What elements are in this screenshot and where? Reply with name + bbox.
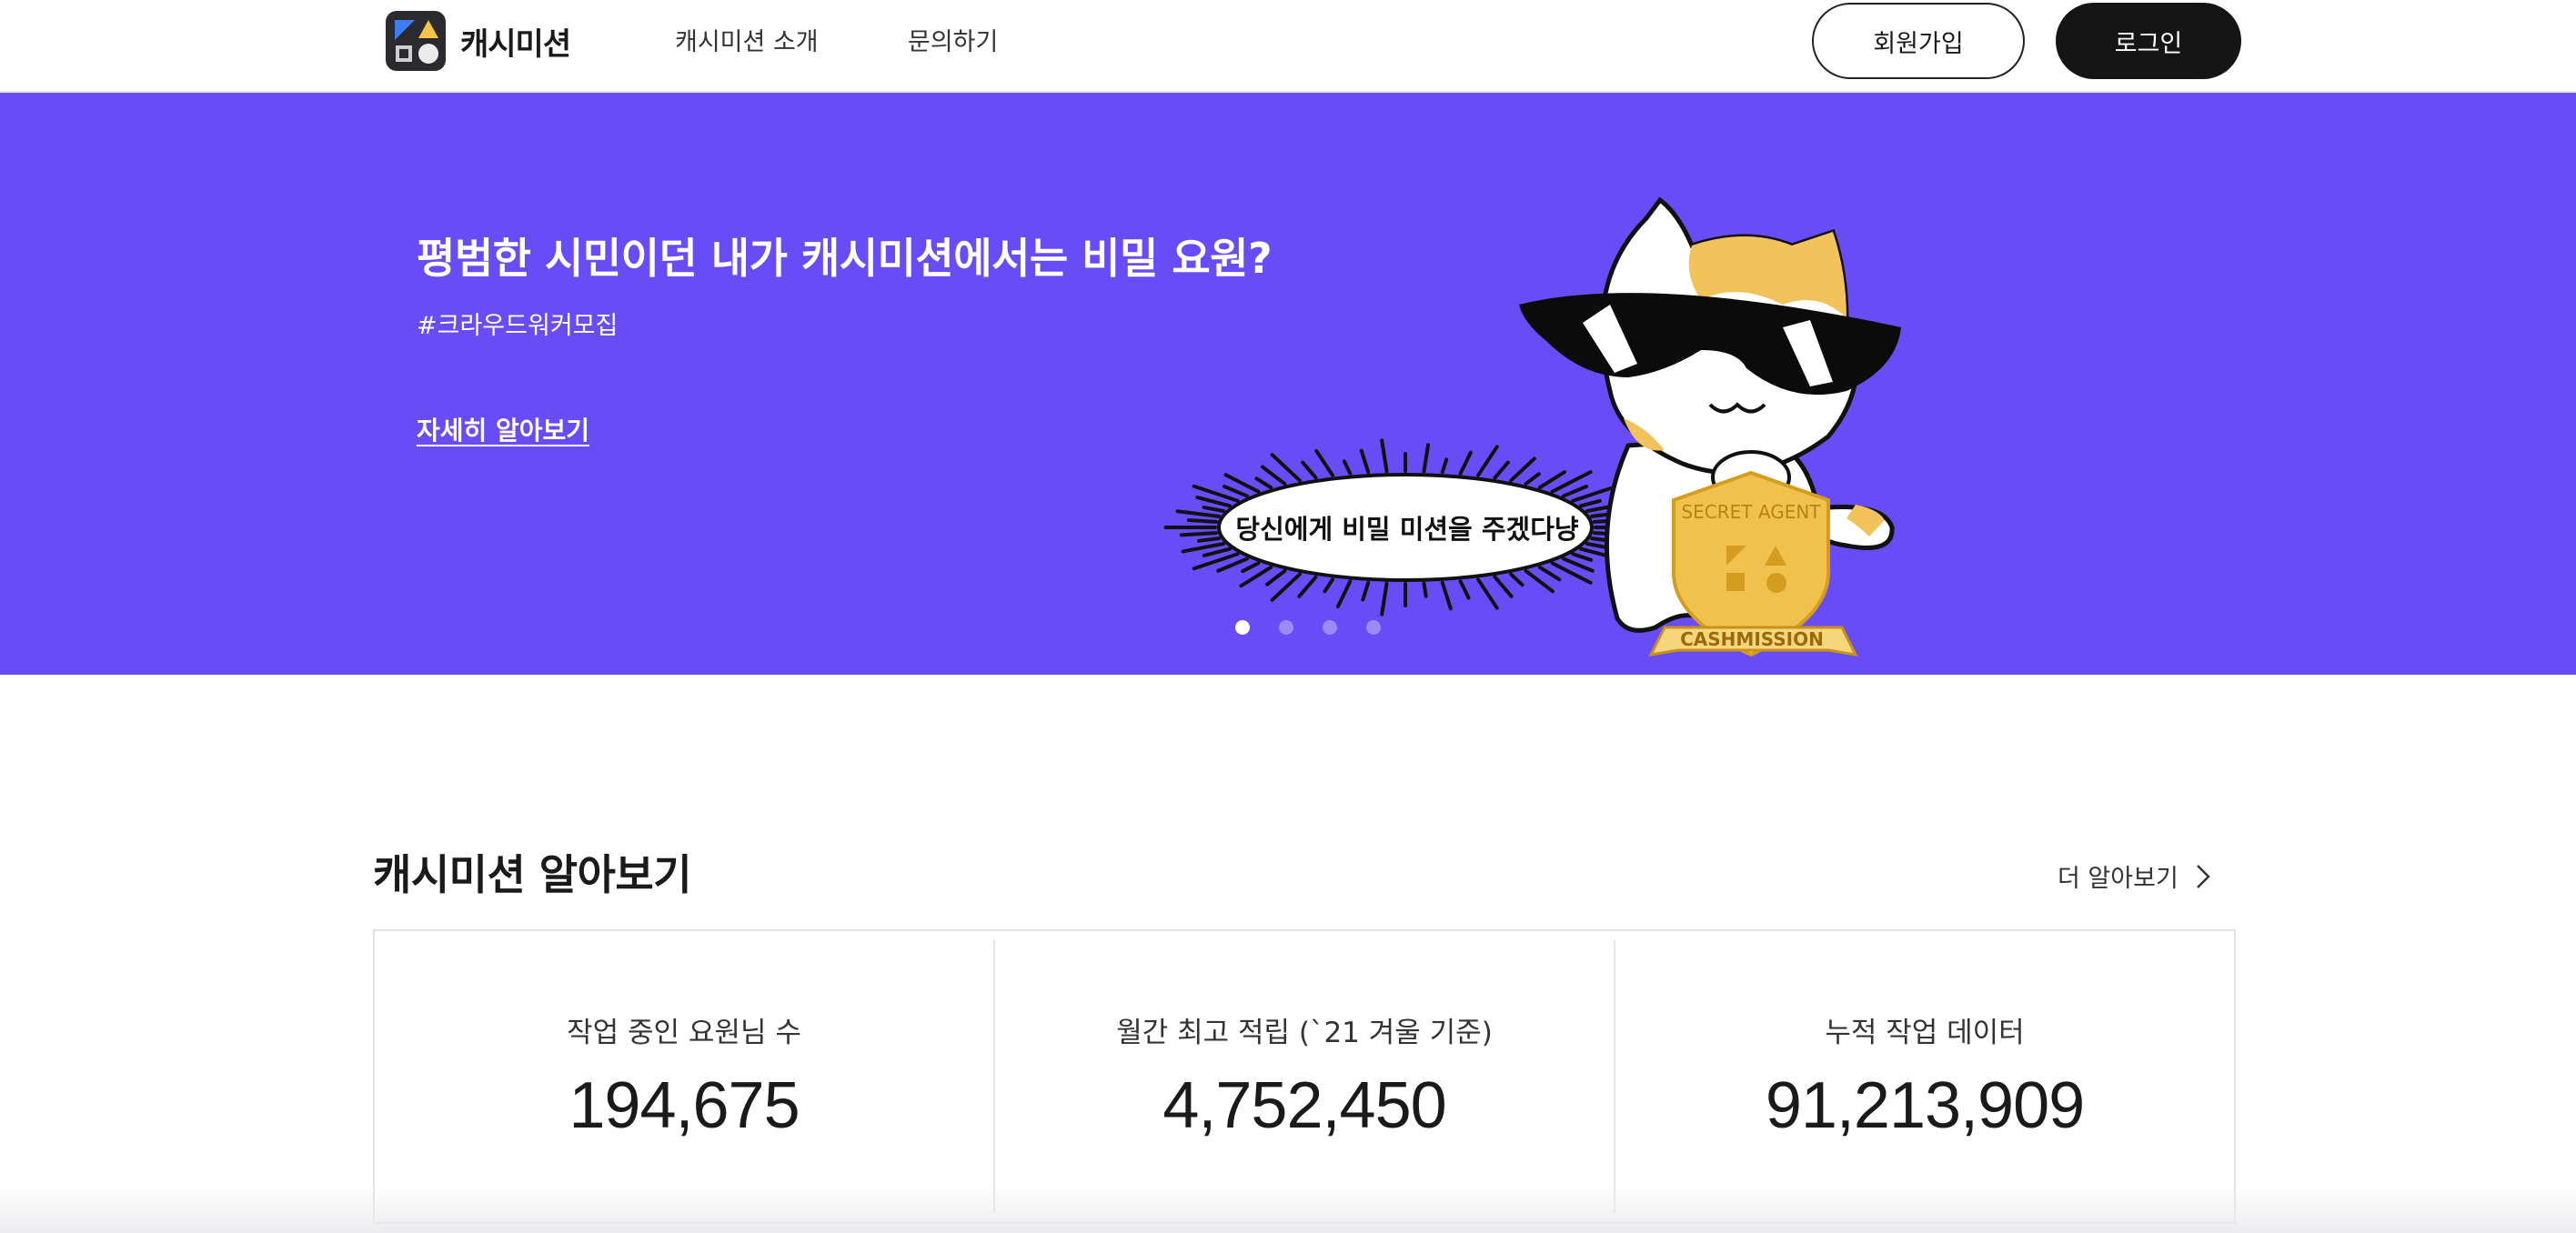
more-link[interactable]: 더 알아보기 [2058,858,2213,894]
logo-icon [386,11,446,71]
stat-value: 4,752,450 [1162,1069,1446,1142]
stat-label: 월간 최고 적립 (`21 겨울 기준) [1116,1017,1493,1049]
signup-button[interactable]: 회원가입 [1812,3,2025,79]
brand-logo[interactable]: 캐시미션 [386,11,571,71]
hero-title: 평범한 시민이던 내가 캐시미션에서는 비밀 요원? [417,234,1273,283]
slide-dot-2[interactable] [1279,620,1293,635]
badge-label: SECRET AGENT [1681,501,1821,523]
bubble-text: 당신에게 비밀 미션을 주겠다냥 [1235,514,1578,545]
nav-about-link[interactable]: 캐시미션 소개 [675,22,819,57]
login-button[interactable]: 로그인 [2056,3,2241,79]
stat-monthly-top-earning: 월간 최고 적립 (`21 겨울 기준) 4,752,450 [995,940,1615,1213]
slide-pagination [1235,620,1381,635]
hero-learn-more-link[interactable]: 자세히 알아보기 [417,411,589,447]
stat-accumulated-data: 누적 작업 데이터 91,213,909 [1615,940,2234,1213]
site-header: 캐시미션 캐시미션 소개 문의하기 회원가입 로그인 [0,0,2576,93]
more-link-label: 더 알아보기 [2058,865,2179,893]
section-title: 캐시미션 알아보기 [373,850,692,899]
stat-active-agents: 작업 중인 요원님 수 194,675 [375,940,995,1213]
stats-panel: 작업 중인 요원님 수 194,675 월간 최고 적립 (`21 겨울 기준)… [373,929,2236,1224]
nav-contact-link[interactable]: 문의하기 [908,22,998,57]
agent-cat-illustration: 당신에게 비밀 미션을 주겠다냥 SECRET AGENT CASHMISSIO… [1163,196,1901,657]
stat-value: 194,675 [569,1069,800,1142]
hero-hashtag: #크라우드워커모집 [417,312,619,340]
badge-ribbon-text: CASHMISSION [1680,628,1824,650]
brand-name: 캐시미션 [460,25,571,63]
secret-agent-badge-icon: SECRET AGENT CASHMISSION [1648,470,1858,657]
stat-label: 작업 중인 요원님 수 [567,1017,801,1049]
stat-label: 누적 작업 데이터 [1825,1017,2025,1049]
stat-value: 91,213,909 [1765,1069,2085,1142]
slide-dot-1[interactable] [1235,620,1250,635]
hero-banner: 평범한 시민이던 내가 캐시미션에서는 비밀 요원? #크라우드워커모집 자세히… [0,93,2576,675]
slide-dot-3[interactable] [1323,620,1337,635]
speech-bubble: 당신에게 비밀 미션을 주겠다냥 [1163,438,1643,616]
chevron-right-icon [2196,864,2210,888]
slide-dot-4[interactable] [1366,620,1381,635]
